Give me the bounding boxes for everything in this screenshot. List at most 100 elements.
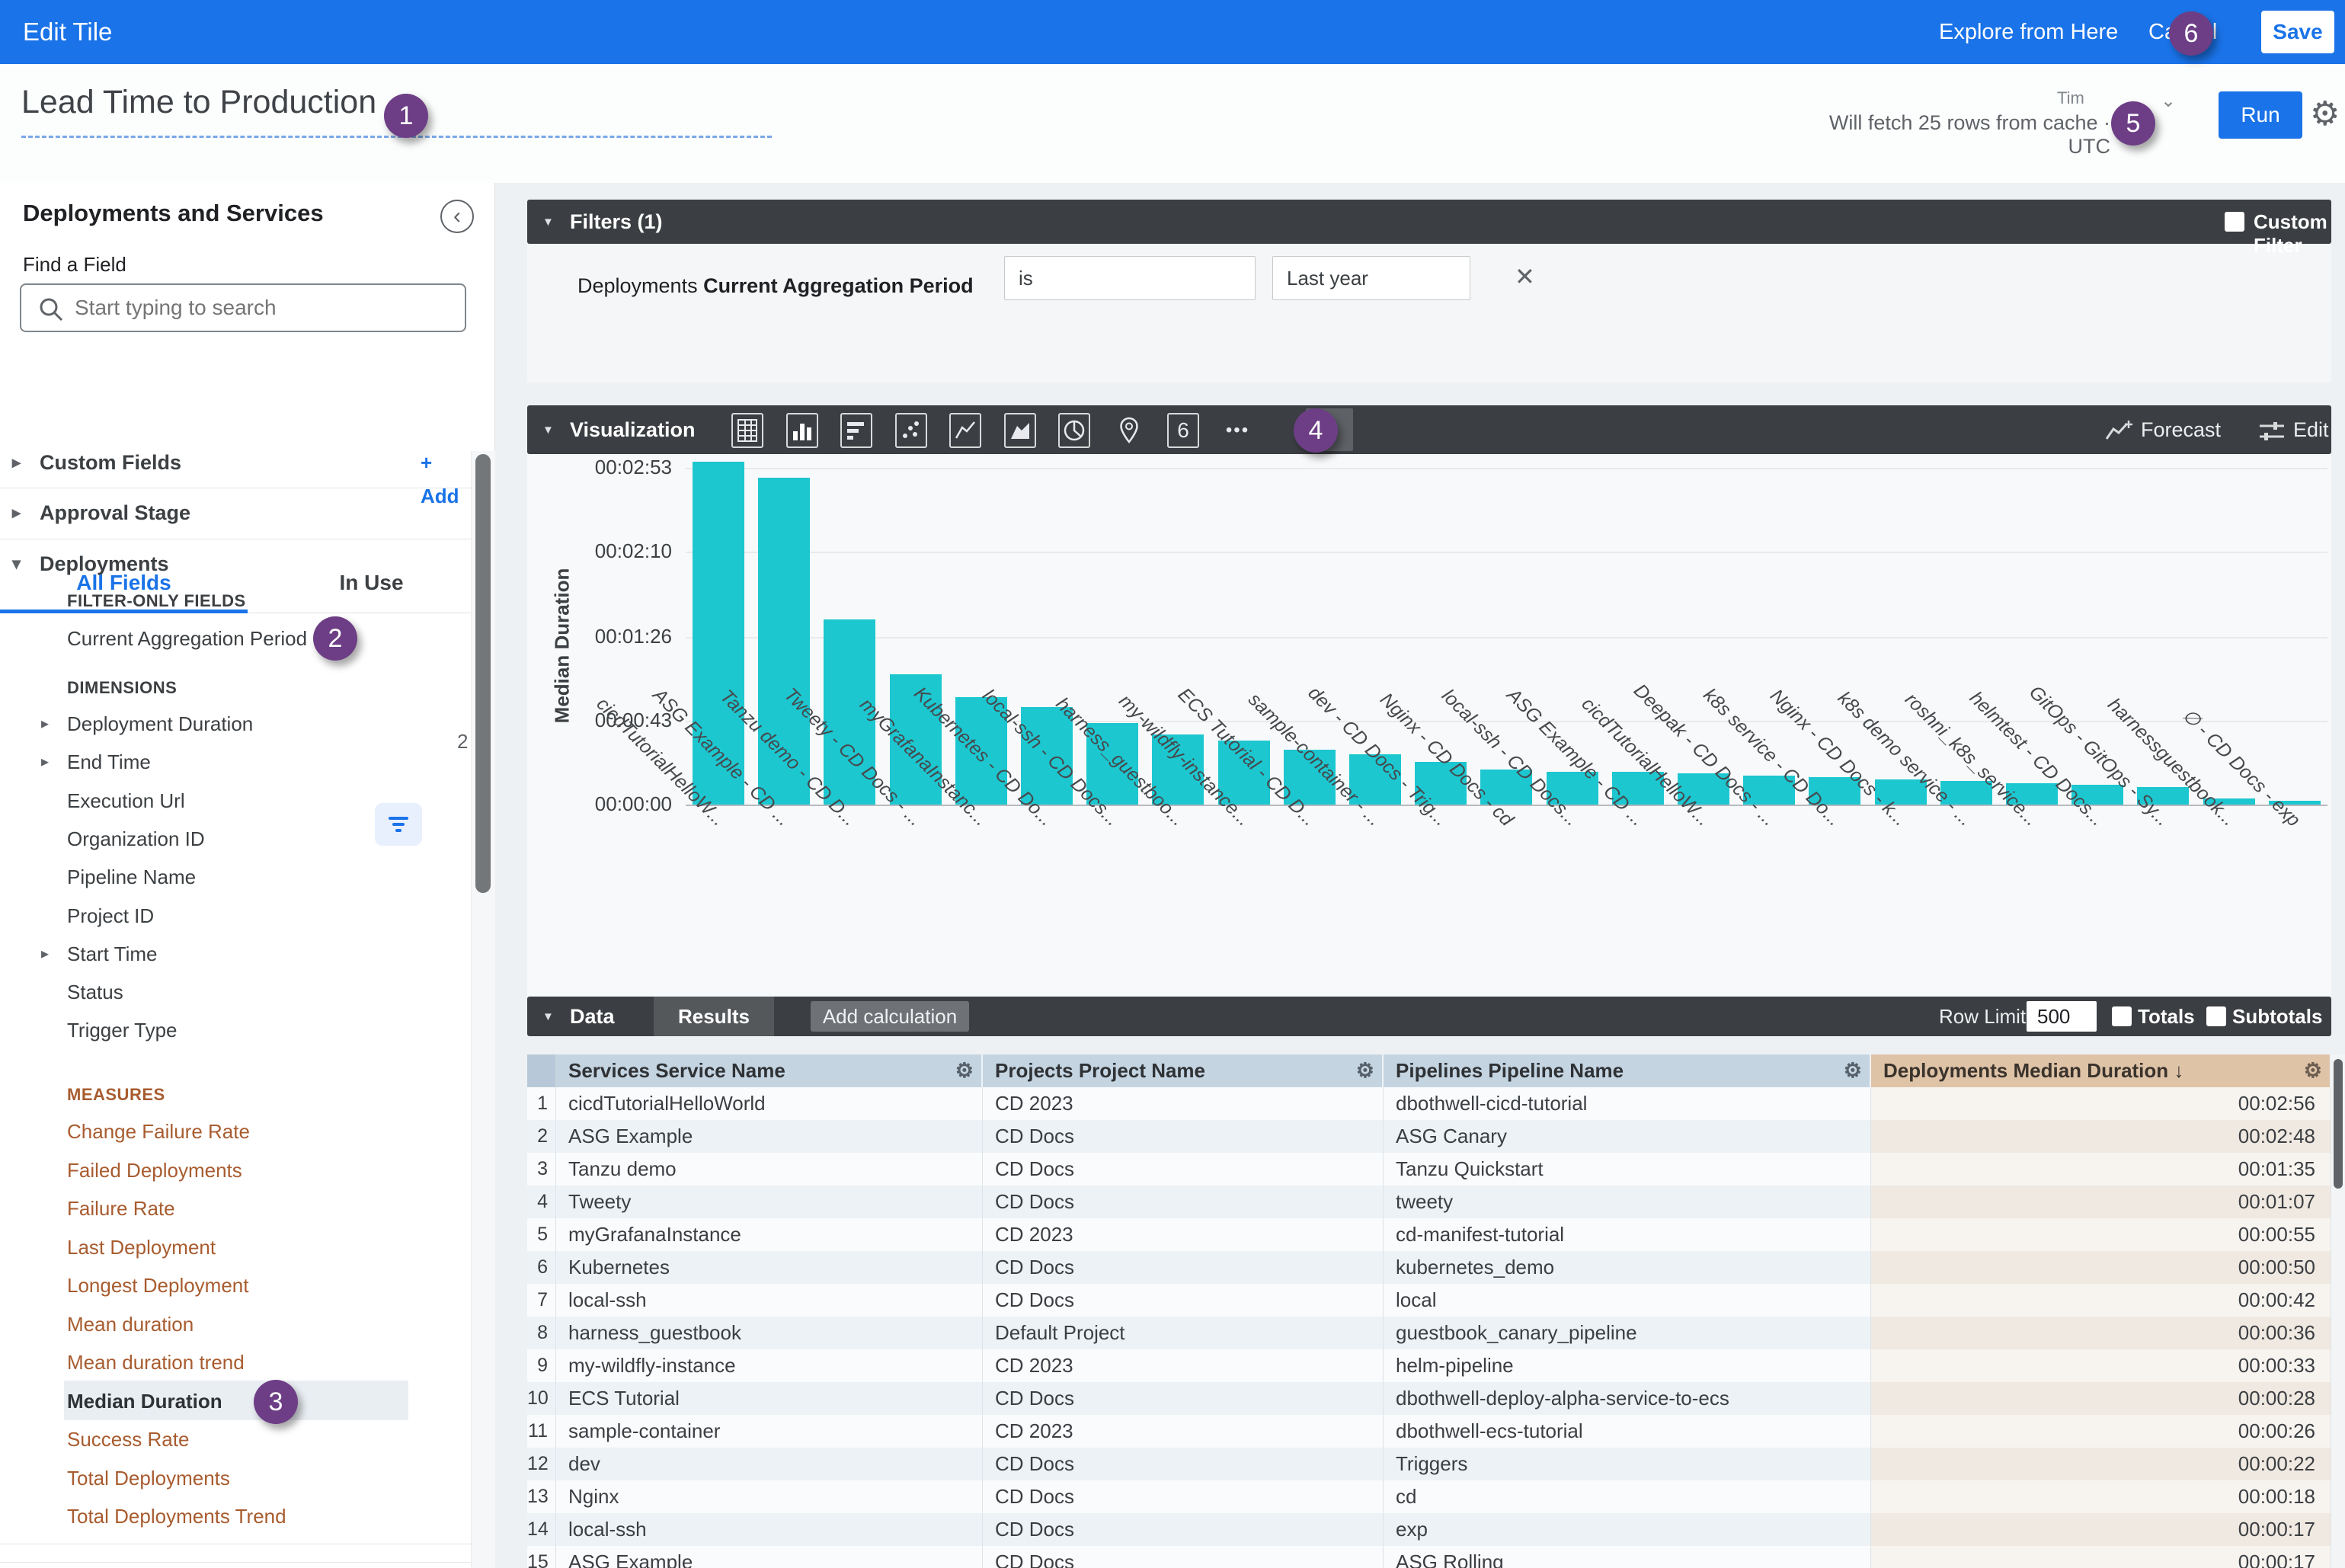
edit-viz-button[interactable]: Edit <box>2258 405 2329 454</box>
data-section-bar[interactable]: ▼ Data Results Add calculation Row Limit… <box>527 997 2331 1036</box>
pie-chart-icon[interactable] <box>1058 413 1090 448</box>
column-chart-icon[interactable] <box>786 413 818 448</box>
chevron-right-icon[interactable]: ▸ <box>41 707 49 741</box>
table-row[interactable]: 14local-sshCD Docsexp00:00:17 <box>527 1513 2331 1546</box>
collapse-caret-icon[interactable]: ▼ <box>542 216 554 229</box>
y-axis-tick: 00:01:26 <box>573 625 672 648</box>
sidebar-scrollbar-thumb[interactable] <box>475 454 491 893</box>
dimension-item[interactable]: Organization ID <box>0 822 465 856</box>
gear-icon[interactable]: ⚙ <box>1844 1054 1862 1086</box>
map-pin-icon[interactable] <box>1113 413 1145 448</box>
add-calculation-button[interactable]: Add calculation <box>811 1001 969 1032</box>
table-row[interactable]: 2ASG ExampleCD DocsASG Canary00:02:48 <box>527 1120 2331 1153</box>
dimension-item[interactable]: ▸End Time <box>0 745 465 779</box>
chevron-right-icon[interactable]: ▸ <box>41 745 49 779</box>
subtotals-checkbox[interactable] <box>2206 1006 2226 1026</box>
results-tab[interactable]: Results <box>654 997 774 1036</box>
measure-item[interactable]: Last Deployment <box>0 1230 465 1264</box>
chevron-down-icon[interactable]: ▾ <box>12 547 21 581</box>
collapse-caret-icon[interactable]: ▼ <box>542 1010 554 1023</box>
col-header-service-name[interactable]: Services Service Name ⚙ <box>556 1054 983 1087</box>
gear-icon[interactable]: ⚙ <box>955 1054 974 1086</box>
measure-item[interactable]: Total Deployments <box>0 1461 465 1495</box>
line-chart-icon[interactable] <box>949 413 981 448</box>
field-current-aggregation-period[interactable]: Current Aggregation Period <box>0 622 465 655</box>
cell-c3: Tanzu Quickstart <box>1384 1153 1871 1186</box>
filter-only-fields-header: FILTER-ONLY FIELDS <box>67 591 246 611</box>
measure-item[interactable]: Success Rate <box>0 1422 465 1456</box>
table-row[interactable]: 9my-wildfly-instanceCD 2023helm-pipeline… <box>527 1349 2331 1382</box>
table-row[interactable]: 15ASG ExampleCD DocsASG Rolling00:00:17 <box>527 1546 2331 1568</box>
dimension-item[interactable]: Pipeline Name <box>0 860 465 894</box>
dimension-item[interactable]: Status <box>0 975 465 1009</box>
search-input[interactable] <box>75 288 456 328</box>
collapse-caret-icon[interactable]: ▼ <box>542 424 554 437</box>
col-header-median-duration[interactable]: Deployments Median Duration ↓ ⚙ <box>1871 1054 2331 1087</box>
table-row[interactable]: 13NginxCD Docscd00:00:18 <box>527 1480 2331 1513</box>
gear-icon[interactable]: ⚙ <box>1356 1054 1374 1086</box>
remove-filter-icon[interactable]: ✕ <box>1515 262 1535 291</box>
filter-value-select[interactable]: Last year <box>1272 256 1470 300</box>
sidebar-group-approval-stage[interactable]: ▸ Approval Stage <box>0 496 471 530</box>
dimension-item[interactable]: Project ID <box>0 899 465 933</box>
gear-icon[interactable]: ⚙ <box>2310 94 2340 133</box>
table-row[interactable]: 5myGrafanaInstanceCD 2023cd-manifest-tut… <box>527 1218 2331 1251</box>
table-row[interactable]: 7local-sshCD Docslocal00:00:42 <box>527 1284 2331 1317</box>
measure-item[interactable]: Failure Rate <box>0 1192 465 1225</box>
scatter-chart-icon[interactable] <box>895 413 927 448</box>
row-limit-input[interactable] <box>2027 1001 2097 1032</box>
totals-checkbox[interactable] <box>2112 1006 2132 1026</box>
bar-chart-icon[interactable] <box>840 413 872 448</box>
measure-item[interactable]: Failed Deployments <box>0 1154 465 1187</box>
tile-title-input[interactable]: Lead Time to Production <box>21 84 376 121</box>
table-row[interactable]: 4TweetyCD Docstweety00:01:07 <box>527 1186 2331 1218</box>
area-chart-icon[interactable] <box>1004 413 1036 448</box>
table-row[interactable]: 10ECS TutorialCD Docsdbothwell-deploy-al… <box>527 1382 2331 1415</box>
cell-c2: CD 2023 <box>983 1087 1384 1120</box>
dimension-item[interactable]: Execution Url <box>0 784 465 818</box>
custom-filter-checkbox[interactable] <box>2225 212 2244 232</box>
measure-item[interactable]: Mean duration <box>0 1307 465 1341</box>
measure-item[interactable]: Mean duration trend <box>0 1346 465 1379</box>
cell-c1: local-ssh <box>556 1284 983 1317</box>
table-row[interactable]: 12devCD DocsTriggers00:00:22 <box>527 1448 2331 1480</box>
chevron-right-icon[interactable]: ▸ <box>12 446 21 479</box>
dimension-item[interactable]: Trigger Type <box>0 1013 465 1047</box>
measure-item[interactable]: Change Failure Rate <box>0 1115 465 1148</box>
sidebar-group-deployments[interactable]: ▾ Deployments <box>0 547 471 581</box>
single-value-icon[interactable]: 6 <box>1167 413 1199 448</box>
table-row[interactable]: 6KubernetesCD Docskubernetes_demo00:00:5… <box>527 1251 2331 1284</box>
run-button[interactable]: Run <box>2219 91 2302 139</box>
gear-icon[interactable]: ⚙ <box>2304 1054 2322 1086</box>
col-header-project-name[interactable]: Projects Project Name ⚙ <box>983 1054 1384 1087</box>
table-row[interactable]: 11sample-containerCD 2023dbothwell-ecs-t… <box>527 1415 2331 1448</box>
visualization-section-bar[interactable]: ▼ Visualization 6••• Forecast Edit <box>527 405 2331 454</box>
table-icon[interactable] <box>731 413 763 448</box>
dimension-item[interactable]: ▸Start Time <box>0 937 465 971</box>
filter-operator-select[interactable]: is <box>1004 256 1256 300</box>
gridline <box>686 468 2327 469</box>
field-search-box[interactable] <box>20 283 466 332</box>
cell-num: 5 <box>527 1218 556 1251</box>
cell-c3: Triggers <box>1384 1448 1871 1480</box>
chevron-right-icon[interactable]: ▸ <box>12 496 21 530</box>
table-row[interactable]: 3Tanzu demoCD DocsTanzu Quickstart00:01:… <box>527 1153 2331 1186</box>
chevron-down-icon[interactable]: ⌄ <box>2161 90 2176 112</box>
chevron-right-icon[interactable]: ▸ <box>41 937 49 971</box>
save-button[interactable]: Save <box>2261 11 2334 53</box>
measure-item[interactable]: Total Deployments Trend <box>0 1499 465 1533</box>
more-icon[interactable]: ••• <box>1222 413 1254 448</box>
table-row[interactable]: 1cicdTutorialHelloWorldCD 2023dbothwell-… <box>527 1087 2331 1120</box>
collapse-sidebar-button[interactable]: ‹ <box>440 200 474 233</box>
sidebar-group-custom-fields[interactable]: ▸ Custom Fields + Add <box>0 446 471 479</box>
forecast-button[interactable]: Forecast <box>2104 405 2221 454</box>
table-scrollbar-thumb[interactable] <box>2334 1059 2343 1189</box>
filters-section-bar[interactable]: ▼ Filters (1) Custom Filter <box>527 200 2331 244</box>
measure-item[interactable]: Median Duration <box>0 1384 465 1418</box>
dimension-item[interactable]: ▸Deployment Duration <box>0 707 465 741</box>
table-row[interactable]: 8harness_guestbookDefault Projectguestbo… <box>527 1317 2331 1349</box>
explore-from-here-link[interactable]: Explore from Here <box>1939 0 2118 64</box>
col-header-pipeline-name[interactable]: Pipelines Pipeline Name ⚙ <box>1384 1054 1871 1087</box>
measure-item[interactable]: Longest Deployment <box>0 1269 465 1302</box>
sort-desc-icon[interactable]: ↓ <box>2168 1059 2183 1082</box>
